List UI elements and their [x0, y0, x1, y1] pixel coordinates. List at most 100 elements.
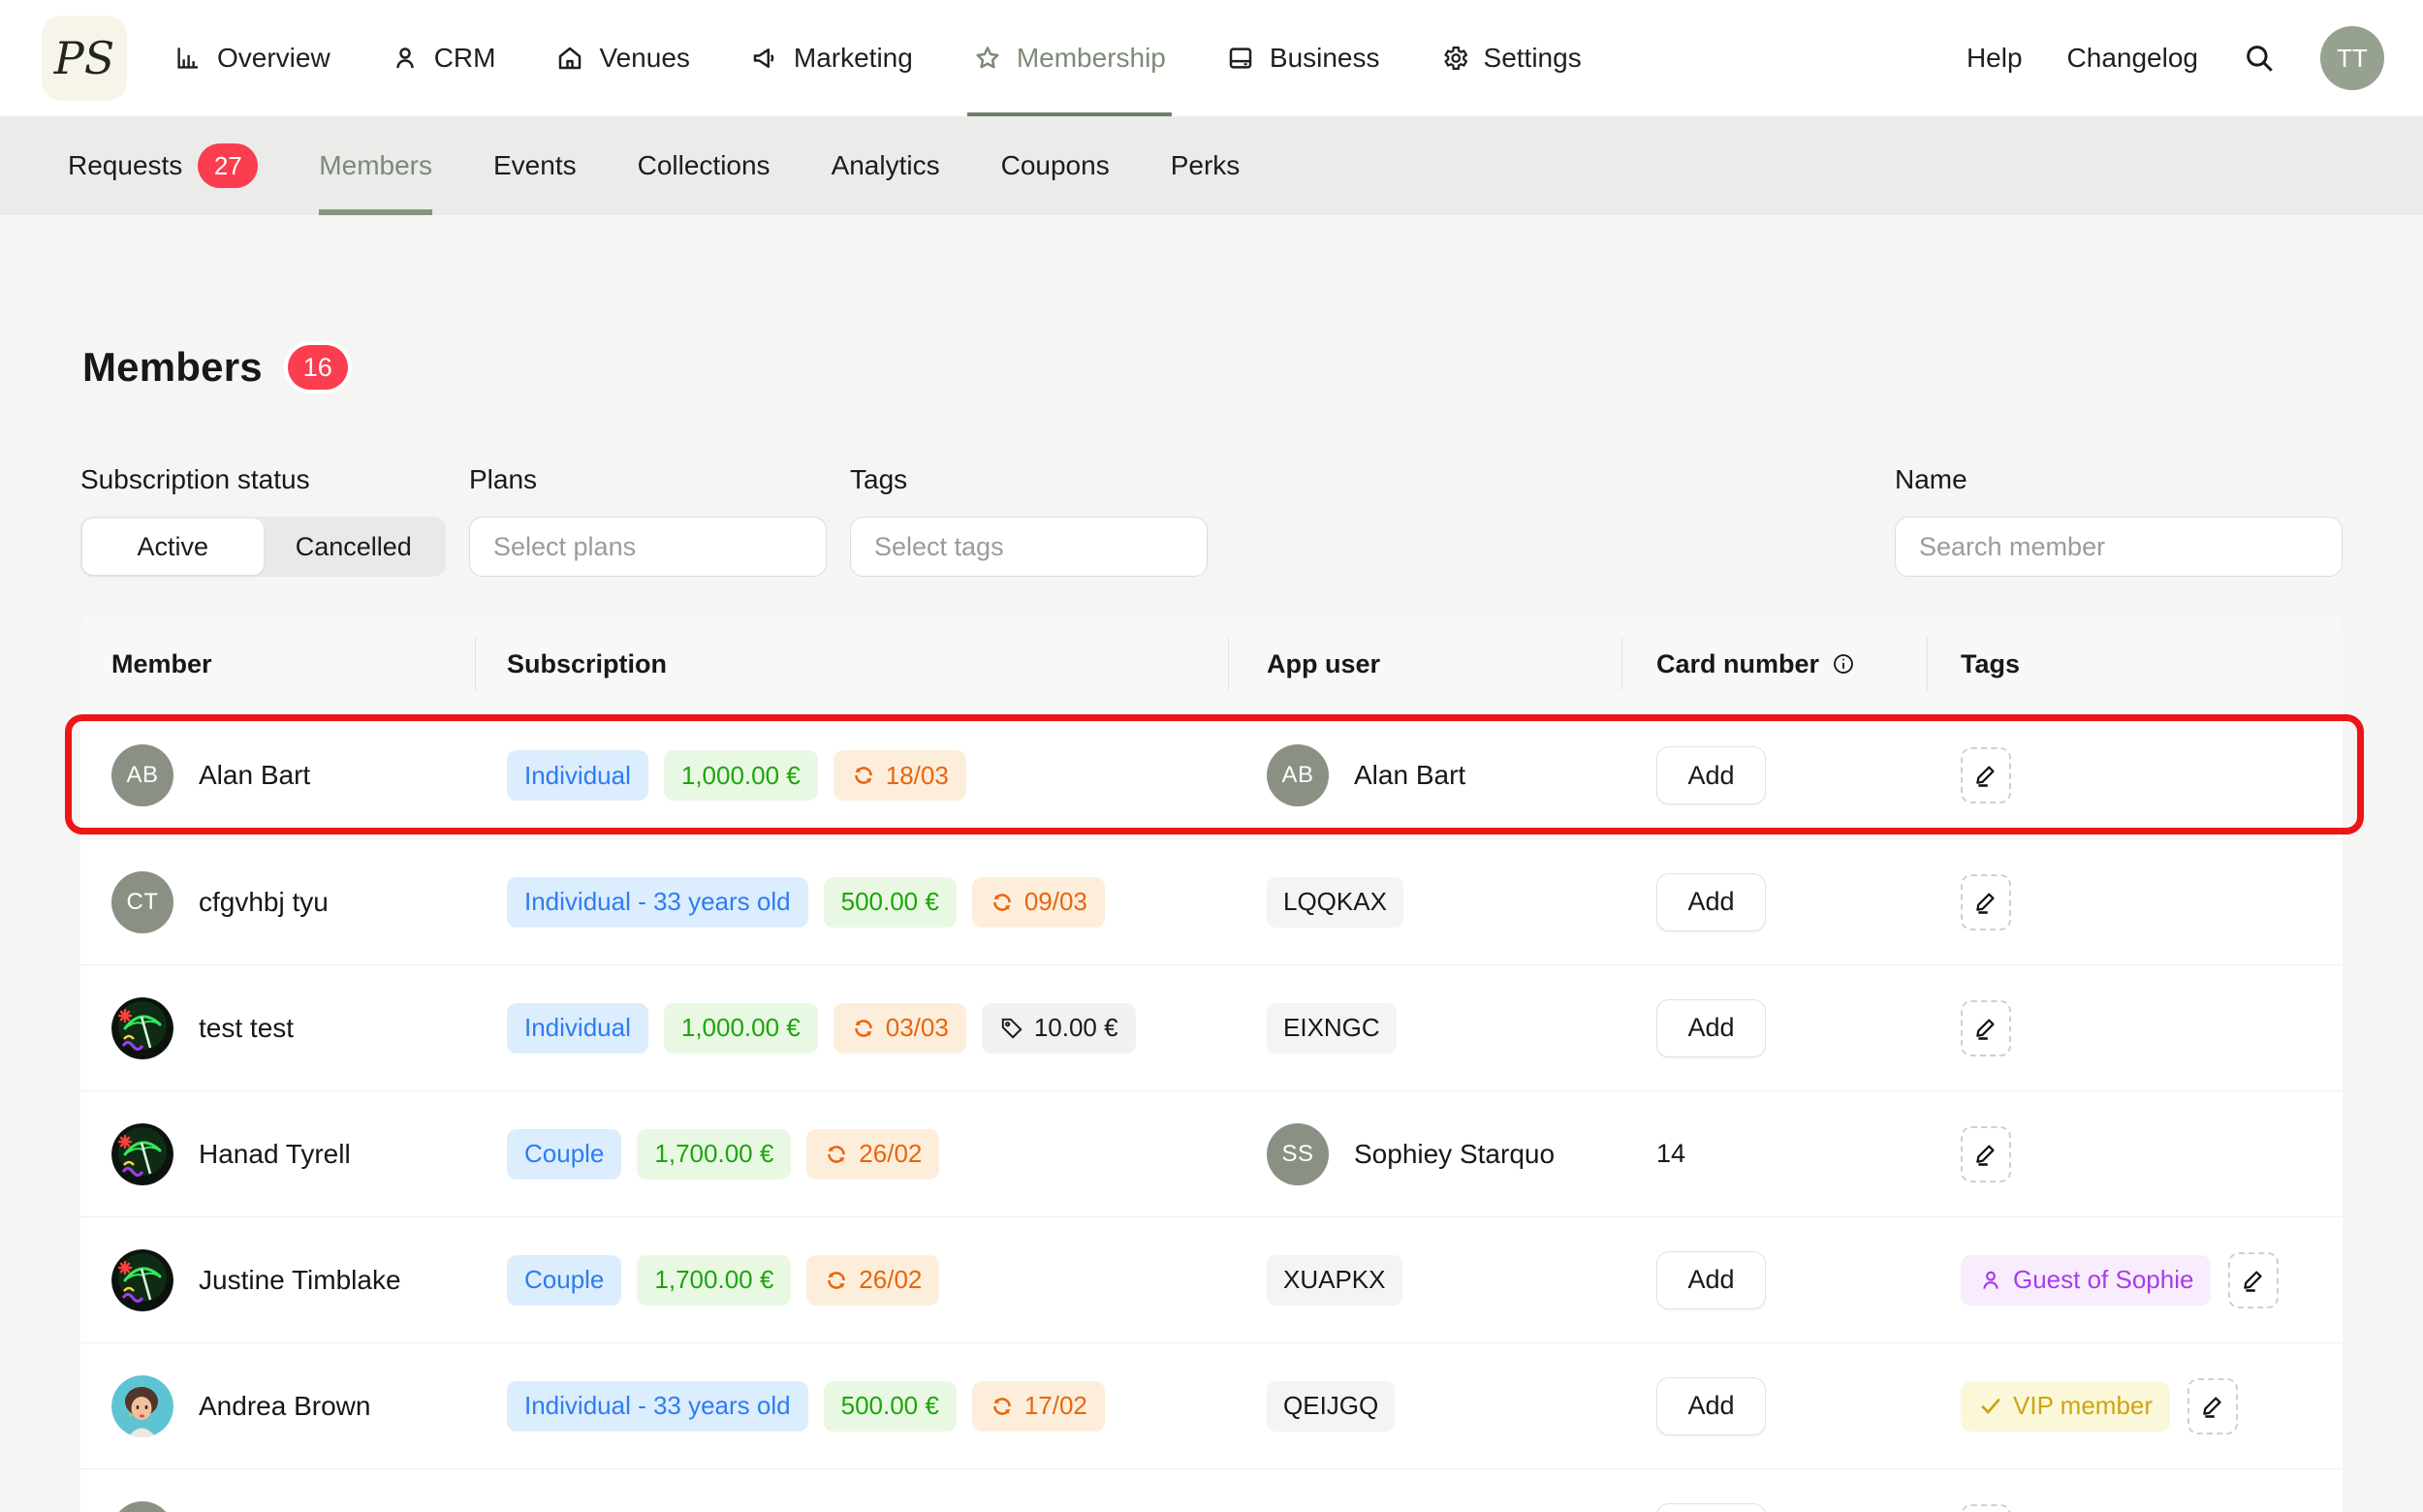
badge-label: Individual - 33 years old [524, 887, 791, 917]
badge-label: 26/02 [859, 1265, 922, 1295]
nav-item-label: Membership [1017, 43, 1166, 74]
table-row[interactable]: Justine TimblakeCouple1,700.00 €26/02XUA… [80, 1216, 2343, 1342]
nav-item-membership[interactable]: Membership [973, 0, 1166, 116]
badge-label: Individual [524, 761, 631, 791]
pencil-icon [1972, 889, 1999, 916]
app-user-avatar: SS [1267, 1123, 1329, 1185]
chevron-down-icon [1162, 534, 1187, 559]
star-icon [973, 44, 1002, 73]
nav-item-label: Marketing [794, 43, 913, 74]
member-cell: CTcfgvhbj tyu [80, 871, 475, 933]
nav-item-venues[interactable]: Venues [555, 0, 689, 116]
tab-members[interactable]: Members [319, 116, 432, 215]
name-label: Name [1895, 464, 2343, 495]
tag-label: VIP member [2013, 1391, 2153, 1421]
nav-item-business[interactable]: Business [1226, 0, 1380, 116]
plan-badge: Individual [507, 1003, 648, 1054]
app-user-code: QEIJGQ [1267, 1381, 1395, 1432]
add-card-number-button[interactable]: Add [1656, 999, 1766, 1057]
subscription-cell: Couple1,700.00 €26/02 [475, 1255, 1228, 1306]
check-icon [1978, 1394, 2003, 1419]
plans-select[interactable]: Select plans [469, 517, 827, 577]
plan-badge: Couple [507, 1255, 621, 1306]
tab-coupons[interactable]: Coupons [1001, 116, 1110, 215]
status-option-active[interactable]: Active [82, 519, 264, 575]
add-card-number-button[interactable]: Add [1656, 1503, 1766, 1512]
nav-item-crm[interactable]: CRM [391, 0, 496, 116]
edit-tags-button[interactable] [1961, 1504, 2011, 1512]
edit-tags-button[interactable] [1961, 1000, 2011, 1056]
nav-item-marketing[interactable]: Marketing [750, 0, 913, 116]
user-avatar[interactable]: TT [2320, 26, 2384, 90]
plans-placeholder: Select plans [493, 532, 781, 562]
filters-bar: Subscription status Active Cancelled Pla… [80, 464, 2343, 577]
badge-label: Individual [524, 1013, 631, 1043]
renewal-badge: 03/03 [834, 1003, 966, 1054]
person-icon [1978, 1268, 2003, 1293]
renewal-badge: 09/03 [972, 877, 1105, 928]
add-card-number-button[interactable]: Add [1656, 1251, 1766, 1309]
changelog-link[interactable]: Changelog [2067, 43, 2198, 74]
nav-item-settings[interactable]: Settings [1440, 0, 1582, 116]
table-row[interactable]: CTcfgvhbj tyuIndividual - 33 years old50… [80, 838, 2343, 964]
membership-subnav: Requests27 Members Events Collections Analyt… [0, 116, 2423, 215]
tab-events[interactable]: Events [493, 116, 577, 215]
edit-tags-button[interactable] [1961, 747, 2011, 803]
tags-label: Tags [850, 464, 1208, 495]
badge-label: 1,000.00 € [681, 1013, 801, 1043]
table-row[interactable]: ABAlan BartIndividual1,000.00 €18/03ABAl… [80, 712, 2343, 838]
refresh-icon [851, 1016, 876, 1041]
tab-label: Requests [68, 150, 182, 181]
edit-tags-button[interactable] [2228, 1252, 2279, 1308]
brand-logo[interactable]: PS [42, 16, 127, 101]
bar-chart-icon [173, 44, 203, 73]
add-card-number-button[interactable]: Add [1656, 873, 1766, 931]
search-member-input[interactable] [1895, 517, 2343, 577]
refresh-icon [990, 1394, 1015, 1419]
tags-cell [1927, 874, 2343, 930]
status-option-cancelled[interactable]: Cancelled [264, 519, 445, 575]
pencil-icon [1972, 762, 1999, 789]
table-row[interactable]: Andrea BrownIndividual - 33 years old500… [80, 1342, 2343, 1468]
table-row[interactable]: Hanad TyrellCouple1,700.00 €26/02SSSophi… [80, 1090, 2343, 1216]
plans-label: Plans [469, 464, 827, 495]
edit-tags-button[interactable] [2187, 1378, 2238, 1434]
badge-label: Individual - 33 years old [524, 1391, 791, 1421]
nav-item-label: Business [1270, 43, 1380, 74]
table-body: ABAlan BartIndividual1,000.00 €18/03ABAl… [80, 712, 2343, 1512]
app-user-cell: EIXNGC [1228, 1003, 1621, 1054]
plan-badge: Individual - 33 years old [507, 877, 808, 928]
top-navigation: PS Overview CRM Venues Marketing Membership B… [0, 0, 2423, 116]
card-number-cell: 14 [1621, 1139, 1927, 1169]
tab-analytics[interactable]: Analytics [832, 116, 940, 215]
avatar: AB [111, 744, 173, 806]
add-card-number-button[interactable]: Add [1656, 746, 1766, 804]
info-icon[interactable] [1831, 651, 1856, 677]
help-link[interactable]: Help [1967, 43, 2023, 74]
add-card-number-button[interactable]: Add [1656, 1377, 1766, 1435]
topnav-right: Help Changelog TT [1967, 26, 2384, 90]
search-icon[interactable] [2243, 42, 2276, 75]
beach-avatar [111, 1249, 173, 1311]
edit-tags-button[interactable] [1961, 1126, 2011, 1182]
table-header: Member Subscription App user Card number… [80, 615, 2343, 712]
tags-cell [1927, 1504, 2343, 1512]
tags-select[interactable]: Select tags [850, 517, 1208, 577]
table-row[interactable]: Add [80, 1468, 2343, 1512]
filter-tags: Tags Select tags [850, 464, 1208, 577]
main-nav: Overview CRM Venues Marketing Membership Busi… [173, 0, 1582, 116]
nav-item-label: Settings [1484, 43, 1582, 74]
megaphone-icon [750, 44, 779, 73]
tab-collections[interactable]: Collections [638, 116, 771, 215]
table-row[interactable]: test testIndividual1,000.00 €03/0310.00 … [80, 964, 2343, 1090]
brand-monogram: PS [54, 32, 114, 84]
nav-item-overview[interactable]: Overview [173, 0, 330, 116]
member-name: Justine Timblake [199, 1265, 401, 1296]
tags-cell [1927, 1126, 2343, 1182]
filter-plans: Plans Select plans [469, 464, 827, 577]
tab-requests[interactable]: Requests27 [68, 116, 258, 215]
tab-perks[interactable]: Perks [1171, 116, 1241, 215]
subscription-cell: Individual1,000.00 €03/0310.00 € [475, 1003, 1228, 1054]
column-card-number: Card number [1621, 615, 1927, 712]
edit-tags-button[interactable] [1961, 874, 2011, 930]
